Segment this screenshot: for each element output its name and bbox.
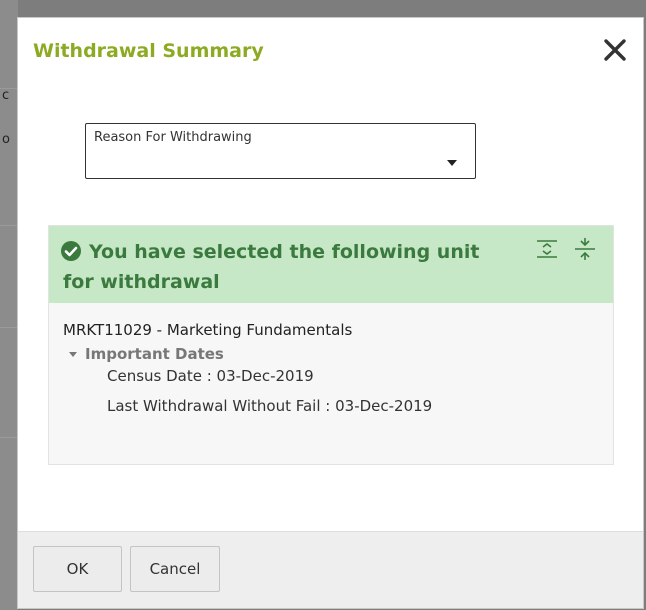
selected-unit-panel: You have selected the following unit for… xyxy=(48,225,614,465)
reason-for-withdrawing-select[interactable]: Reason For Withdrawing xyxy=(85,123,476,179)
collapse-all-icon xyxy=(575,238,595,260)
important-dates-toggle[interactable]: Important Dates xyxy=(63,345,599,363)
caret-down-icon xyxy=(69,351,77,357)
last-withdrawal-date: Last Withdrawal Without Fail : 03-Dec-20… xyxy=(107,397,433,415)
background-divider xyxy=(0,225,18,226)
background-page: c o xyxy=(0,0,18,610)
unit-name: MRKT11029 - Marketing Fundamentals xyxy=(63,321,353,339)
expand-all-button[interactable] xyxy=(535,237,559,261)
important-dates-label: Important Dates xyxy=(85,345,224,363)
select-label: Reason For Withdrawing xyxy=(94,130,252,145)
background-text-fragment: o xyxy=(2,132,10,147)
selected-unit-details: MRKT11029 - Marketing Fundamentals Impor… xyxy=(49,303,613,415)
dialog-title: Withdrawal Summary xyxy=(33,40,264,62)
selected-unit-message: You have selected the following unit for… xyxy=(63,241,480,293)
withdrawal-summary-dialog: Withdrawal Summary Reason For Withdrawin… xyxy=(17,17,644,609)
caret-down-icon xyxy=(447,160,457,166)
background-divider xyxy=(0,327,18,328)
ok-button[interactable]: OK xyxy=(33,546,122,592)
close-icon xyxy=(604,39,626,61)
dialog-footer: OK Cancel xyxy=(18,531,643,608)
background-text-fragment: c xyxy=(2,88,10,103)
collapse-all-button[interactable] xyxy=(573,237,597,261)
selected-unit-header: You have selected the following unit for… xyxy=(49,226,613,303)
expand-all-icon xyxy=(537,240,557,258)
background-divider xyxy=(0,437,18,438)
census-date: Census Date : 03-Dec-2019 xyxy=(107,367,314,385)
cancel-button[interactable]: Cancel xyxy=(130,546,220,592)
close-button[interactable] xyxy=(601,36,629,64)
